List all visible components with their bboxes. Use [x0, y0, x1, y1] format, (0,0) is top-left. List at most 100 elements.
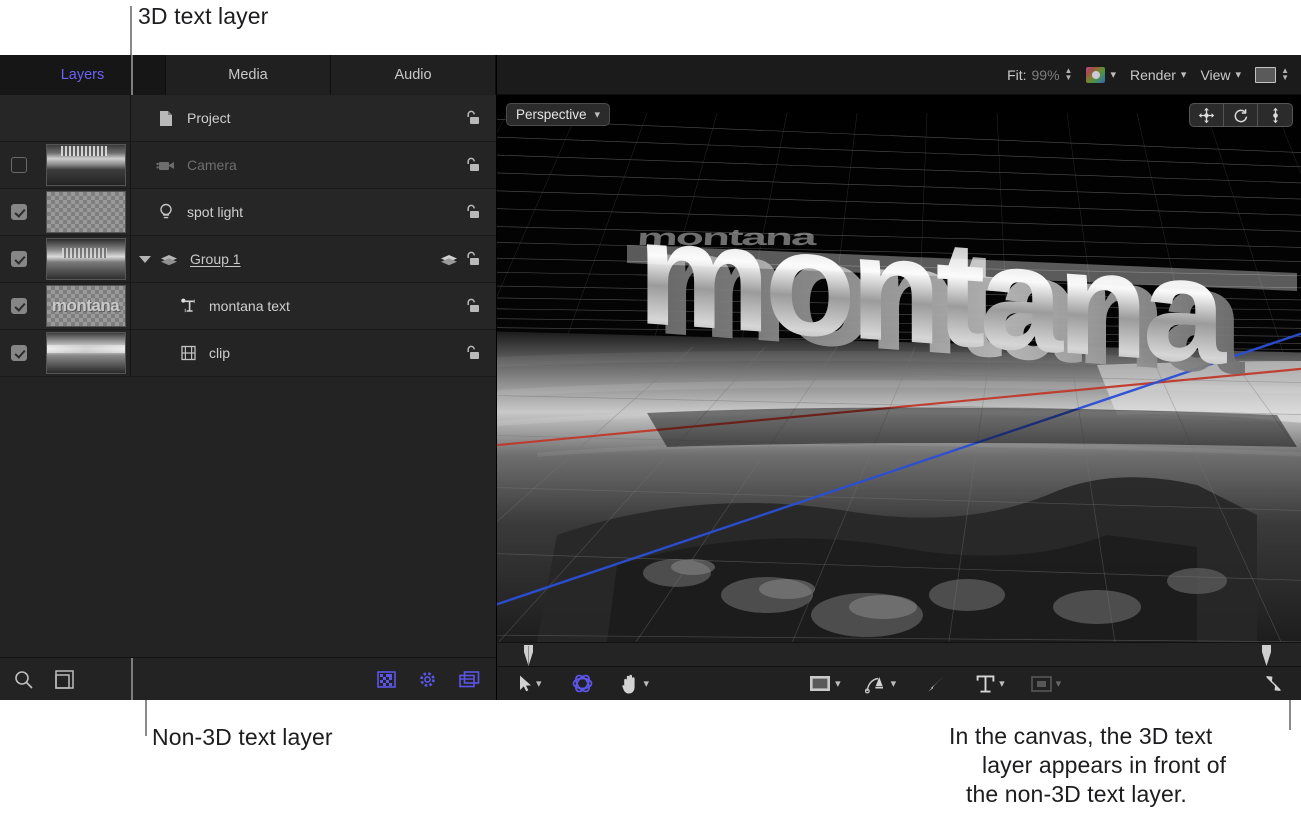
chevron-down-icon[interactable]: ▾	[999, 677, 1005, 690]
layer-name-cell: clip	[133, 343, 434, 363]
enable-checkbox-cell[interactable]	[0, 298, 38, 314]
lock-open-icon[interactable]	[465, 204, 480, 220]
lock-open-icon[interactable]	[465, 298, 480, 314]
thumbnail-image	[47, 145, 125, 185]
channel-view-control[interactable]: ▾	[1086, 67, 1116, 83]
group-layers-badge-icon[interactable]	[440, 253, 458, 266]
chevron-down-icon[interactable]: ▾	[891, 677, 897, 690]
chevron-down-icon[interactable]: ▾	[1056, 677, 1062, 690]
layer-list: Project	[0, 95, 496, 657]
table-row[interactable]: Group 1	[0, 236, 496, 283]
transform-3d-tool[interactable]	[570, 671, 595, 696]
layer-enable-checkbox[interactable]	[11, 157, 27, 173]
table-row[interactable]: montana montana text	[0, 283, 496, 330]
select-arrow-tool[interactable]: ▾	[519, 675, 542, 692]
column-separator	[130, 283, 131, 329]
mask-tool[interactable]: ▾	[1031, 676, 1062, 692]
checkerboard-icon[interactable]	[377, 671, 396, 688]
enable-checkbox-cell[interactable]	[0, 157, 38, 173]
lock-open-icon[interactable]	[465, 251, 480, 267]
row-controls	[434, 110, 496, 126]
thumbnail-cell	[38, 191, 133, 233]
layer-thumbnail	[46, 238, 126, 280]
table-row[interactable]: Project	[0, 95, 496, 142]
lock-open-icon[interactable]	[465, 157, 480, 173]
layers-panel-icon[interactable]	[459, 671, 480, 688]
table-row[interactable]: spot light	[0, 189, 496, 236]
layer-enable-checkbox[interactable]	[11, 204, 27, 220]
search-icon[interactable]	[14, 670, 33, 689]
lock-open-icon[interactable]	[465, 345, 480, 361]
3d-view-controls	[1189, 103, 1293, 127]
canvas-viewport[interactable]: montana montana montana	[497, 95, 1301, 642]
view-menu[interactable]: View ▾	[1200, 67, 1241, 83]
dolly-3d-icon[interactable]	[1258, 104, 1292, 126]
chevron-down-icon[interactable]: ▾	[644, 677, 650, 690]
text-tool[interactable]: ▾	[976, 674, 1005, 694]
layer-name-label: spot light	[187, 204, 243, 220]
layer-enable-checkbox[interactable]	[11, 298, 27, 314]
film-clip-icon	[177, 343, 199, 363]
row-controls	[434, 251, 496, 267]
chevron-down-icon[interactable]: ▾	[536, 677, 542, 690]
table-row[interactable]: Camera	[0, 142, 496, 189]
layer-name-cell: Project	[133, 108, 434, 128]
enable-checkbox-cell[interactable]	[0, 204, 38, 220]
gear-icon[interactable]	[418, 670, 437, 689]
canvas-scrub-bar[interactable]	[497, 642, 1301, 667]
layer-name-cell: spot light	[133, 202, 434, 222]
chevron-down-icon[interactable]	[139, 256, 151, 263]
tab-audio[interactable]: Audio	[331, 55, 496, 95]
layer-thumbnail	[46, 191, 126, 233]
thumbnail-cell	[38, 238, 133, 280]
camera-icon	[155, 155, 177, 175]
resize-diagonal-icon[interactable]	[1264, 674, 1283, 693]
paint-brush-tool[interactable]	[926, 674, 946, 694]
layer-thumbnail	[46, 332, 126, 374]
orbit-3d-icon[interactable]	[1224, 104, 1258, 126]
table-row[interactable]: clip	[0, 330, 496, 377]
canvas-bottom-toolbar: ▾ ▾ ▾ ▾	[497, 667, 1301, 700]
camera-preset-dropdown[interactable]: Perspective ▾	[506, 103, 610, 126]
callout-canvas-note-line1: In the canvas, the 3D text	[949, 722, 1212, 751]
in-point-marker[interactable]	[524, 645, 533, 666]
canvas-top-toolbar: Fit: 99% ▲▼ ▾ Render ▾ View ▾	[497, 55, 1301, 95]
chevron-down-icon[interactable]: ▾	[1236, 68, 1242, 81]
column-separator	[130, 95, 131, 141]
thumbnail-cell: montana	[38, 285, 133, 327]
out-point-marker[interactable]	[1262, 645, 1271, 666]
group-icon	[158, 249, 180, 269]
frame-icon[interactable]	[55, 670, 74, 689]
render-menu[interactable]: Render ▾	[1130, 67, 1186, 83]
pan-3d-icon[interactable]	[1190, 104, 1224, 126]
camera-preset-label: Perspective	[516, 107, 587, 122]
layer-enable-checkbox[interactable]	[11, 251, 27, 267]
tab-layers[interactable]: Layers	[0, 55, 166, 95]
row-controls	[434, 157, 496, 173]
panel-column-divider	[131, 55, 133, 95]
layers-panel: Layers Media Audio Project	[0, 55, 497, 700]
background-view-control[interactable]: ▲▼	[1255, 67, 1289, 83]
enable-checkbox-cell[interactable]	[0, 345, 38, 361]
light-bulb-icon	[155, 202, 177, 222]
rectangle-shape-tool[interactable]: ▾	[809, 675, 841, 692]
thumbnail-cell	[38, 332, 133, 374]
enable-checkbox-cell[interactable]	[0, 251, 38, 267]
bezier-pen-tool[interactable]: ▾	[865, 674, 897, 694]
tab-media[interactable]: Media	[166, 55, 331, 95]
layer-name-label[interactable]: Group 1	[190, 251, 241, 267]
column-separator	[130, 189, 131, 235]
lock-open-icon[interactable]	[465, 110, 480, 126]
fit-zoom-control[interactable]: Fit: 99% ▲▼	[1007, 67, 1072, 83]
chevron-down-icon[interactable]: ▾	[1110, 68, 1116, 81]
layer-enable-checkbox[interactable]	[11, 345, 27, 361]
hand-pan-tool[interactable]: ▾	[621, 674, 650, 694]
chevron-down-icon[interactable]: ▾	[1181, 68, 1187, 81]
column-separator	[130, 330, 131, 376]
panel-tab-bar: Layers Media Audio	[0, 55, 496, 95]
text-3d-icon	[177, 296, 199, 316]
chevron-down-icon[interactable]: ▾	[835, 677, 841, 690]
panel-column-divider	[131, 658, 133, 700]
stepper-icon[interactable]: ▲▼	[1281, 68, 1289, 81]
stepper-icon[interactable]: ▲▼	[1065, 68, 1073, 81]
